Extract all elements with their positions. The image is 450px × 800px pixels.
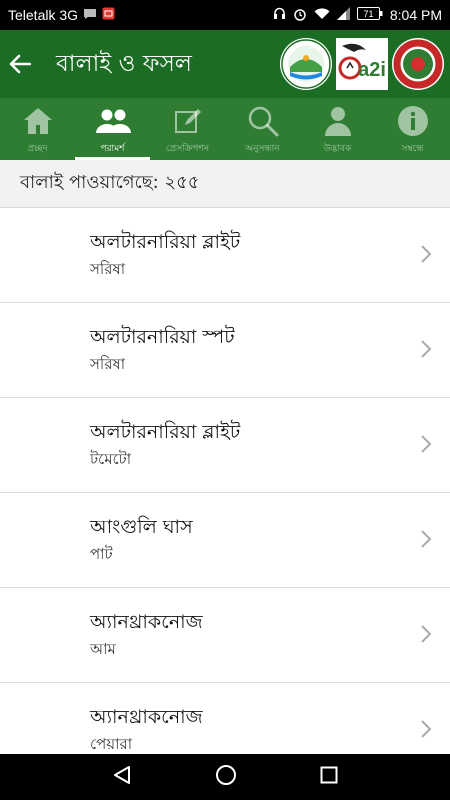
alarm-icon	[293, 7, 307, 24]
a2i-logo: a2i	[336, 38, 388, 90]
tab-label: অনুসন্ধান	[245, 144, 280, 154]
home-icon	[22, 104, 54, 138]
tab-advice[interactable]: পরামর্শ	[75, 98, 150, 160]
item-crop: আম	[90, 640, 116, 658]
item-crop: টমেটো	[90, 450, 132, 468]
nav-home-button[interactable]	[215, 764, 237, 790]
item-crop: পাট	[90, 545, 113, 563]
tab-label: প্রচ্ছদ	[27, 144, 48, 154]
item-title: অলটারনারিয়া স্পট	[90, 326, 235, 348]
item-title: আংগুলি ঘাস	[90, 516, 193, 538]
prescription-icon	[173, 104, 203, 138]
result-count: বালাই পাওয়াগেছে: ২৫৫	[0, 160, 450, 208]
item-title: অ্যানথ্রাকনোজ	[90, 611, 203, 633]
pest-list[interactable]: অলটারনারিয়া ব্লাইট সরিষা অলটারনারিয়া স…	[0, 208, 450, 754]
item-crop: সরিষা	[90, 355, 126, 373]
back-arrow-icon	[9, 54, 31, 74]
logo-group: a2i	[280, 38, 444, 90]
battery-level: 71	[363, 9, 373, 19]
tab-label: পরামর্শ	[100, 144, 125, 154]
wifi-icon	[314, 7, 330, 23]
tab-home[interactable]: প্রচ্ছদ	[0, 98, 75, 160]
list-item[interactable]: আংগুলি ঘাস পাট	[0, 493, 450, 588]
tab-prescription[interactable]: প্রেসক্রিপশন	[150, 98, 225, 160]
back-button[interactable]	[0, 30, 40, 98]
tab-about[interactable]: সম্বন্ধে	[375, 98, 450, 160]
app-bar: বালাই ও ফসল a2i	[0, 30, 450, 98]
tab-label: উদ্ভাবক	[323, 144, 352, 154]
circle-home-icon	[215, 765, 236, 785]
nav-recents-button[interactable]	[320, 766, 338, 788]
chevron-right-icon	[421, 720, 432, 738]
item-crop: পেয়ারা	[90, 735, 133, 753]
message-icon	[83, 7, 97, 23]
page-title: বালাই ও ফসল	[56, 50, 192, 77]
tab-bar: প্রচ্ছদ পরামর্শ প্রেসক্রিপশন অনুসন্ধান উ…	[0, 98, 450, 160]
tab-search[interactable]: অনুসন্ধান	[225, 98, 300, 160]
item-crop: সরিষা	[90, 260, 126, 278]
people-icon	[95, 104, 131, 138]
list-item[interactable]: অলটারনারিয়া ব্লাইট টমেটো	[0, 398, 450, 493]
info-icon	[397, 104, 429, 138]
person-icon	[324, 104, 352, 138]
app-notification-icon	[102, 7, 115, 23]
tab-label: প্রেসক্রিপশন	[165, 144, 210, 154]
chevron-right-icon	[421, 530, 432, 548]
list-item[interactable]: অলটারনারিয়া স্পট সরিষা	[0, 303, 450, 398]
carrier-label: Teletalk 3G	[8, 7, 79, 23]
tab-innovator[interactable]: উদ্ভাবক	[300, 98, 375, 160]
tab-label: সম্বন্ধে	[401, 144, 424, 154]
item-title: অলটারনারিয়া ব্লাইট	[90, 231, 241, 253]
item-title: অলটারনারিয়া ব্লাইট	[90, 421, 241, 443]
list-item[interactable]: অ্যানথ্রাকনোজ আম	[0, 588, 450, 683]
square-recents-icon	[320, 766, 338, 784]
a2i-logo-text: a2i	[358, 59, 386, 81]
search-icon	[247, 104, 279, 138]
govt-agency-logo	[280, 38, 332, 90]
signal-icon	[336, 7, 350, 23]
chevron-right-icon	[421, 625, 432, 643]
system-nav-bar	[0, 754, 450, 800]
list-item[interactable]: অলটারনারিয়া ব্লাইট সরিষা	[0, 208, 450, 303]
list-item[interactable]: অ্যানথ্রাকনোজ পেয়ারা	[0, 683, 450, 754]
chevron-right-icon	[421, 340, 432, 358]
clock: 8:04 PM	[389, 7, 442, 23]
item-title: অ্যানথ্রাকনোজ	[90, 706, 203, 728]
battery-icon: 71	[356, 7, 383, 23]
status-bar: Teletalk 3G 71 8:04 PM	[0, 0, 450, 30]
chevron-right-icon	[421, 435, 432, 453]
nav-back-button[interactable]	[112, 765, 132, 789]
triangle-back-icon	[113, 766, 130, 784]
chevron-right-icon	[421, 245, 432, 263]
headset-icon	[273, 7, 286, 23]
bangladesh-govt-logo	[392, 38, 444, 90]
